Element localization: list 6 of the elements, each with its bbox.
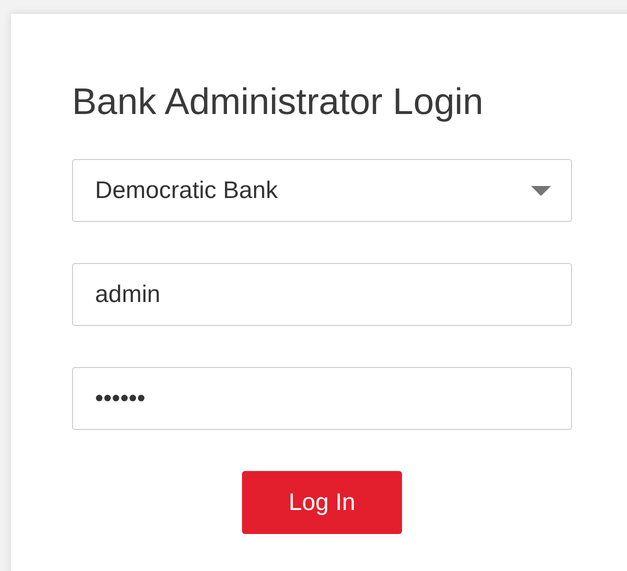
page-title: Bank Administrator Login <box>72 80 484 124</box>
password-field[interactable]: •••••• <box>72 367 572 430</box>
login-button[interactable]: Log In <box>242 471 402 534</box>
caret-down-icon <box>531 186 551 196</box>
username-field[interactable]: admin <box>72 263 572 326</box>
bank-dropdown[interactable]: Democratic Bank <box>72 159 572 222</box>
